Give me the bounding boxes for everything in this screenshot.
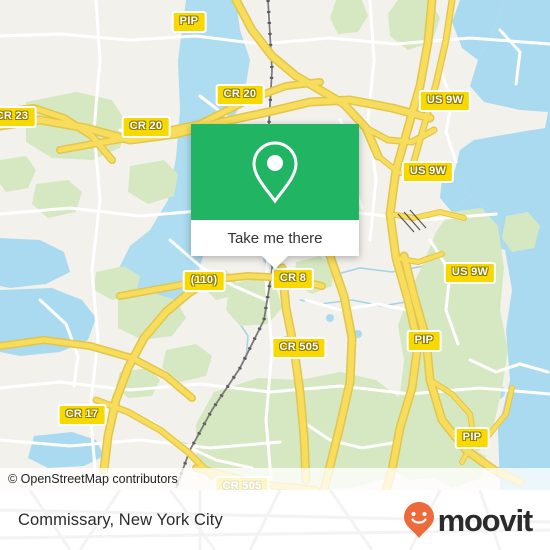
- moovit-logo[interactable]: moovit: [402, 501, 534, 539]
- road-shield: US 9W: [401, 161, 455, 183]
- map-pin-icon: [252, 141, 298, 204]
- road-shield: PIP: [171, 11, 207, 33]
- bottom-bar: Commissary, New York City moovit: [0, 490, 550, 550]
- road-shield: (110): [182, 270, 226, 292]
- road-shield: US 9W: [443, 262, 497, 284]
- road-shield: CR 8: [271, 268, 315, 290]
- moovit-pin-smile-icon: [403, 502, 434, 538]
- callout-icon-area: [191, 124, 359, 220]
- road-shield: PIP: [406, 330, 442, 352]
- take-me-there-label: Take me there: [227, 229, 323, 247]
- moovit-wordmark: moovit: [437, 502, 534, 538]
- attribution-text: © OpenStreetMap contributors: [8, 472, 178, 486]
- callout-pointer: [262, 256, 288, 269]
- road-shield: CR 20: [215, 84, 265, 106]
- road-shield: CR 17: [57, 404, 107, 426]
- road-shield: CR 20: [121, 116, 171, 138]
- road-shield: PIP: [454, 427, 490, 449]
- place-title: Commissary, New York City: [18, 510, 223, 529]
- map-attribution: © OpenStreetMap contributors: [0, 468, 550, 490]
- road-shield: CR 505: [271, 337, 327, 359]
- destination-callout[interactable]: Take me there: [191, 124, 359, 269]
- road-shield: CR 23: [0, 106, 37, 128]
- take-me-there-button[interactable]: Take me there: [191, 220, 359, 269]
- road-shield: US 9W: [418, 90, 472, 112]
- map-screen: PIP CR 20 CR 20 CR 23 US 9W US 9W US 9W (110) CR…: [0, 0, 550, 550]
